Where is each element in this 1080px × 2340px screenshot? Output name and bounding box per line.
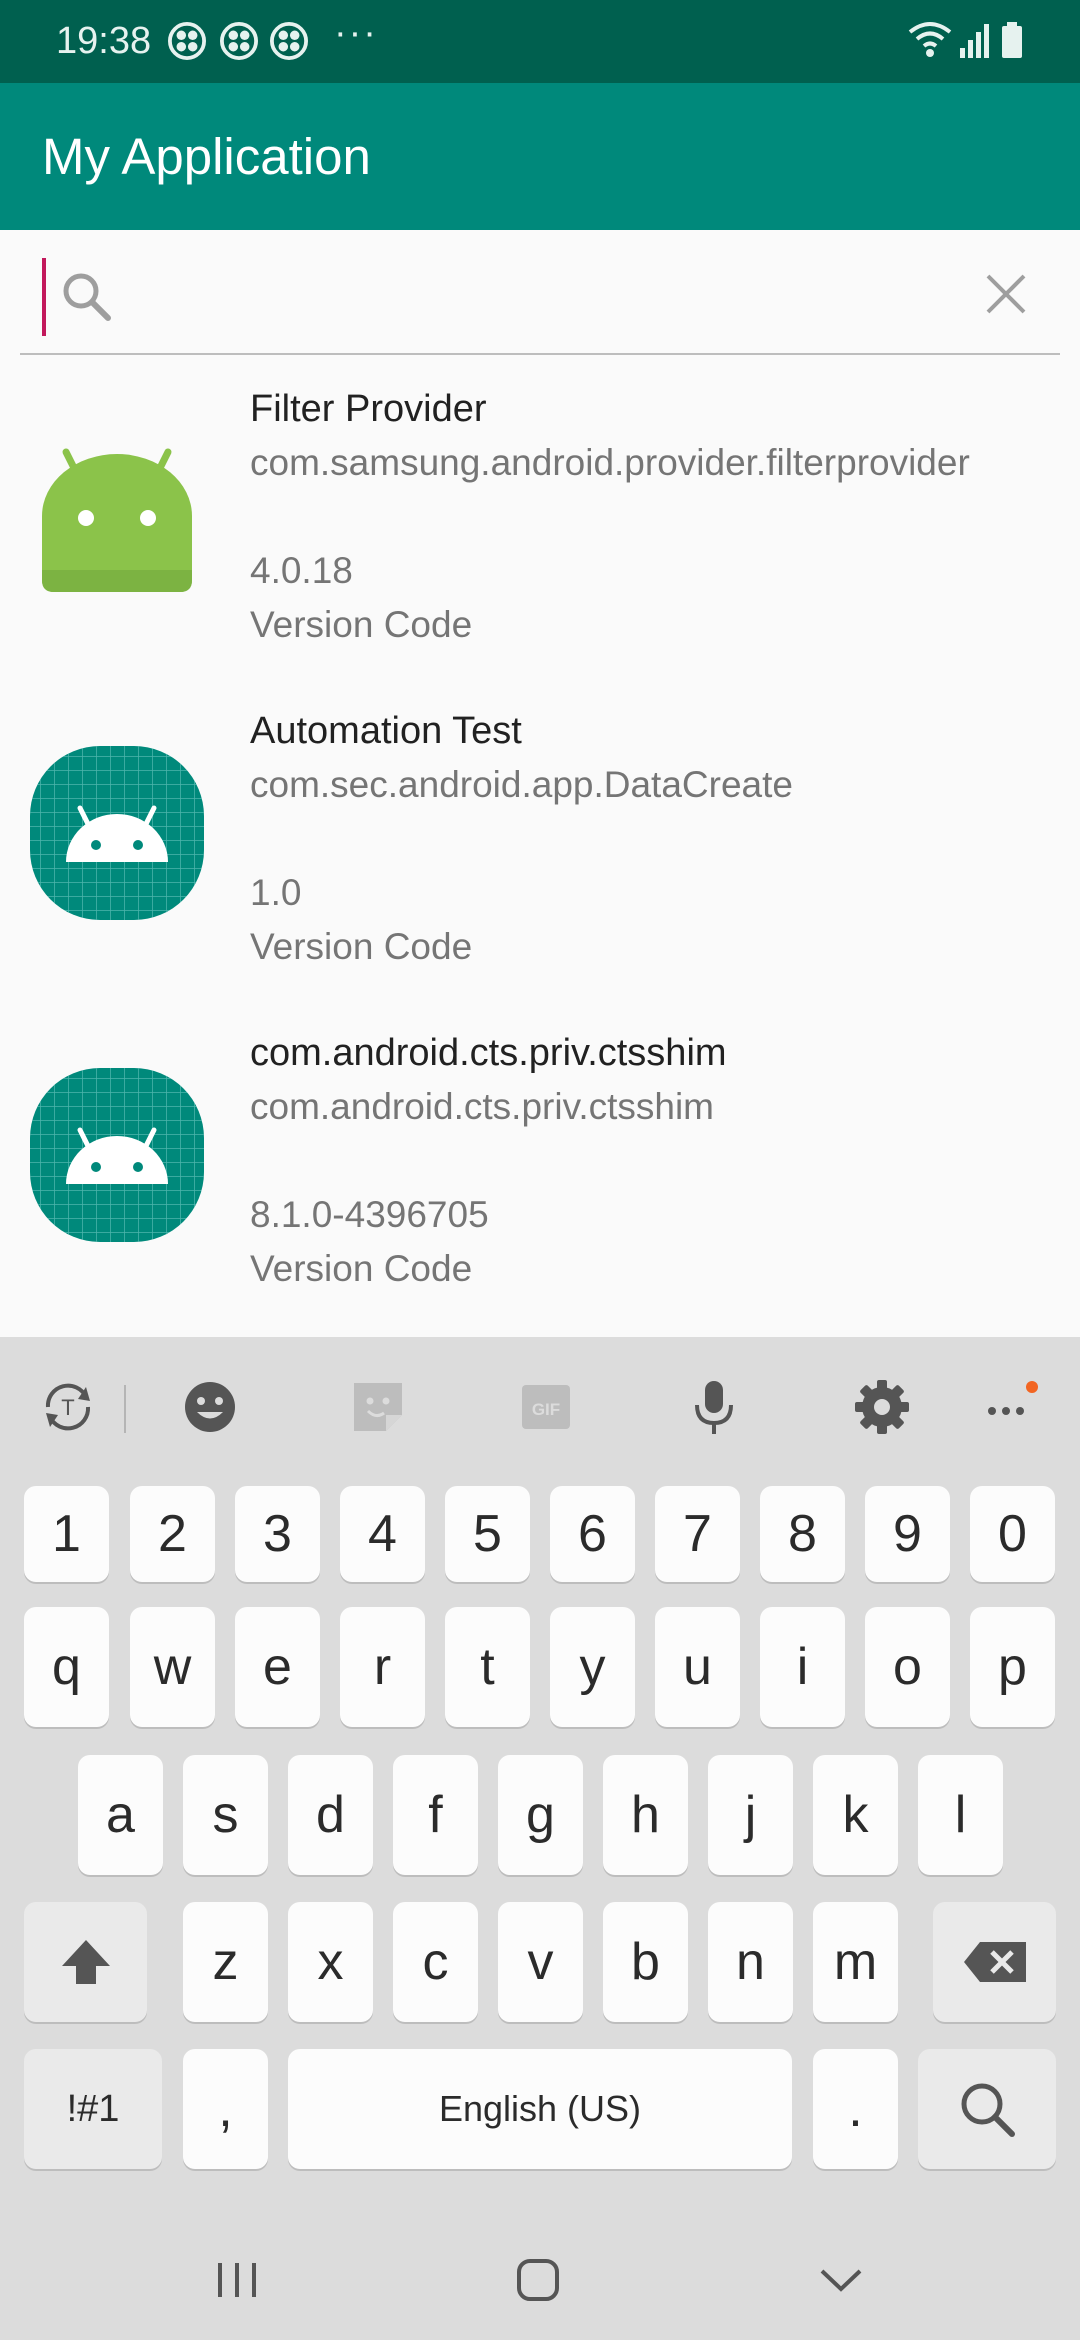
- gif-label: GIF: [532, 1400, 560, 1419]
- navigation-bar: [0, 2217, 1080, 2340]
- version-code-label: Version Code: [250, 1248, 473, 1289]
- key-c[interactable]: c: [393, 1902, 478, 2022]
- key-x[interactable]: x: [288, 1902, 373, 2022]
- key-k[interactable]: k: [813, 1755, 898, 1875]
- app-name: Automation Test: [250, 710, 522, 752]
- key-0[interactable]: 0: [970, 1486, 1055, 1582]
- space-key[interactable]: English (US): [288, 2049, 792, 2169]
- mic-icon[interactable]: [684, 1377, 744, 1437]
- search-icon: [63, 273, 111, 321]
- key-d[interactable]: d: [288, 1755, 373, 1875]
- keyboard-toolbar: T GIF: [0, 1337, 1080, 1479]
- key-y[interactable]: y: [550, 1607, 635, 1727]
- period-key[interactable]: .: [813, 2049, 898, 2169]
- sticker-icon[interactable]: [348, 1377, 408, 1437]
- app-version: 8.1.0-4396705: [250, 1194, 489, 1235]
- key-h[interactable]: h: [603, 1755, 688, 1875]
- search-bar: [0, 230, 1080, 358]
- app-version: 1.0: [250, 872, 302, 913]
- key-z[interactable]: z: [183, 1902, 268, 2022]
- keyboard: T GIF 1 2 3 4 5 6 7 8 9 0 q w e r t y u …: [0, 1337, 1080, 2217]
- key-3[interactable]: 3: [235, 1486, 320, 1582]
- key-4[interactable]: 4: [340, 1486, 425, 1582]
- app-package: com.samsung.android.provider.filterprovi…: [250, 442, 970, 483]
- key-t[interactable]: t: [445, 1607, 530, 1727]
- back-icon[interactable]: [806, 2245, 876, 2315]
- shift-key[interactable]: [24, 1902, 147, 2022]
- clover-icon: [168, 22, 206, 60]
- recents-icon[interactable]: [202, 2245, 272, 2315]
- key-8[interactable]: 8: [760, 1486, 845, 1582]
- emoji-icon[interactable]: [180, 1377, 240, 1437]
- backspace-key[interactable]: [933, 1902, 1056, 2022]
- settings-icon[interactable]: [852, 1377, 912, 1437]
- key-b[interactable]: b: [603, 1902, 688, 2022]
- key-o[interactable]: o: [865, 1607, 950, 1727]
- android-robot-icon: [42, 448, 192, 592]
- search-underline: [20, 353, 1060, 355]
- key-m[interactable]: m: [813, 1902, 898, 2022]
- backspace-icon: [963, 1942, 1026, 1982]
- key-r[interactable]: r: [340, 1607, 425, 1727]
- key-2[interactable]: 2: [130, 1486, 215, 1582]
- wifi-icon: [908, 22, 952, 57]
- key-j[interactable]: j: [708, 1755, 793, 1875]
- search-key[interactable]: [918, 2049, 1056, 2169]
- key-7[interactable]: 7: [655, 1486, 740, 1582]
- key-s[interactable]: s: [183, 1755, 268, 1875]
- search-icon: [961, 2083, 1015, 2137]
- shift-arrow-icon: [61, 1940, 110, 1984]
- list-item[interactable]: com.android.cts.priv.ctsshim com.android…: [0, 1004, 1080, 1326]
- search-input[interactable]: [120, 256, 940, 336]
- app-package: com.android.cts.priv.ctsshim: [250, 1086, 714, 1127]
- list-item[interactable]: Automation Test com.sec.android.app.Data…: [0, 682, 1080, 1004]
- symbols-key[interactable]: !#1: [24, 2049, 162, 2169]
- key-9[interactable]: 9: [865, 1486, 950, 1582]
- app-name: com.android.cts.priv.ctsshim: [250, 1032, 727, 1074]
- version-code-label: Version Code: [250, 604, 473, 645]
- key-e[interactable]: e: [235, 1607, 320, 1727]
- app-list: Filter Provider com.samsung.android.prov…: [0, 360, 1080, 1337]
- clover-icon: [220, 22, 258, 60]
- key-i[interactable]: i: [760, 1607, 845, 1727]
- svg-text:T: T: [61, 1395, 74, 1420]
- key-u[interactable]: u: [655, 1607, 740, 1727]
- key-5[interactable]: 5: [445, 1486, 530, 1582]
- translate-icon[interactable]: T: [38, 1377, 98, 1437]
- key-n[interactable]: n: [708, 1902, 793, 2022]
- key-l[interactable]: l: [918, 1755, 1003, 1875]
- version-code-label: Version Code: [250, 926, 473, 967]
- signal-icon: [960, 24, 989, 58]
- comma-key[interactable]: ,: [183, 2049, 268, 2169]
- key-6[interactable]: 6: [550, 1486, 635, 1582]
- key-v[interactable]: v: [498, 1902, 583, 2022]
- key-q[interactable]: q: [24, 1607, 109, 1727]
- android-grid-icon: [30, 1068, 204, 1242]
- key-w[interactable]: w: [130, 1607, 215, 1727]
- more-notifications-icon: ···: [334, 12, 378, 54]
- app-bar: My Application: [0, 83, 1080, 230]
- home-icon[interactable]: [503, 2245, 573, 2315]
- gif-icon[interactable]: GIF: [516, 1377, 576, 1437]
- toolbar-divider: [124, 1385, 126, 1433]
- app-name: Filter Provider: [250, 388, 487, 430]
- key-p[interactable]: p: [970, 1607, 1055, 1727]
- list-item[interactable]: Filter Provider com.samsung.android.prov…: [0, 360, 1080, 682]
- page-title: My Application: [42, 128, 371, 185]
- key-1[interactable]: 1: [24, 1486, 109, 1582]
- app-version: 4.0.18: [250, 550, 353, 591]
- battery-icon: [1002, 22, 1022, 58]
- clover-icon: [270, 22, 308, 60]
- status-bar: 19:38 ···: [0, 0, 1080, 83]
- key-f[interactable]: f: [393, 1755, 478, 1875]
- close-icon[interactable]: [984, 272, 1028, 316]
- status-time: 19:38: [56, 20, 152, 62]
- key-a[interactable]: a: [78, 1755, 163, 1875]
- more-icon[interactable]: [980, 1377, 1040, 1437]
- app-package: com.sec.android.app.DataCreate: [250, 764, 793, 805]
- android-grid-icon: [30, 746, 204, 920]
- text-cursor: [42, 258, 46, 336]
- key-g[interactable]: g: [498, 1755, 583, 1875]
